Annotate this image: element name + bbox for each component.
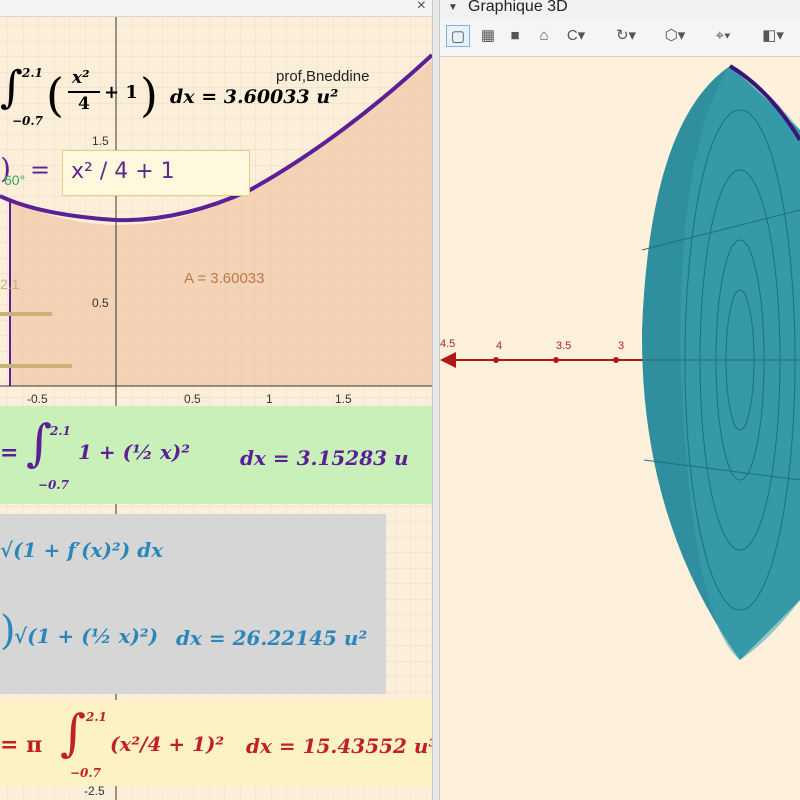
projection-icon[interactable]: ⌖▾ [706, 25, 740, 47]
rotate-view-icon[interactable]: C▾ [558, 25, 594, 47]
x-tick-label: 1.5 [335, 392, 352, 406]
function-input-field[interactable]: x² / 4 + 1 [62, 150, 250, 196]
x-tick-label: -0.5 [27, 392, 48, 406]
axis-tick [613, 357, 619, 363]
x-tick-label-3d: 4.5 [440, 338, 456, 350]
collapse-triangle-icon[interactable]: ▼ [448, 2, 458, 13]
area-label: A = 3.60033 [184, 270, 265, 287]
clipping-icon[interactable]: ⬡▾ [660, 25, 690, 47]
arc-length-formula: = ∫ 2.1 −0.7 1 + (½ x)² dx = 3.15283 u [0, 414, 409, 492]
x-tick-label-3d: 4 [496, 340, 503, 352]
home-icon[interactable]: ⌂ [534, 25, 554, 47]
close-icon[interactable]: × [417, 0, 426, 15]
axis-tick [493, 357, 499, 363]
panel-header-3d: ▼ Graphique 3D [440, 0, 800, 19]
author-label: prof,Bneddine [276, 68, 370, 85]
partial-label: 2.1 [0, 276, 20, 292]
x-tick-label-3d: 3.5 [556, 340, 572, 352]
graphics-view-3d[interactable]: 4.5 4 3.5 3 ▼ Graphique 3D ▢ ▦ ■ ⌂ C▾ ↻▾… [440, 0, 800, 800]
animation-icon[interactable]: ↻▾ [608, 25, 644, 47]
x-tick-label: 0.5 [184, 392, 201, 406]
y-tick-label: 0.5 [92, 296, 109, 310]
toolbar-3d: ▢ ▦ ■ ⌂ C▾ ↻▾ ⬡▾ ⌖▾ ◧▾ [440, 18, 800, 57]
y-tick-label: -2.5 [84, 784, 105, 798]
area-formula: ∫ 2.1 −0.7 ( x² 4 + 1 ) dx = 3.60033 u² [0, 62, 339, 128]
view-3d-canvas[interactable] [440, 0, 800, 800]
plane-toggle-icon[interactable]: ■ [504, 25, 526, 47]
axes-toggle-icon[interactable]: ▢ [446, 25, 470, 47]
angle-label: 60° [4, 172, 26, 188]
y-tick-label: 1.5 [92, 134, 109, 148]
surface-of-revolution[interactable] [641, 66, 800, 660]
panel-header: × [0, 0, 432, 17]
volume-box: = π ∫ 2.1 −0.7 (x²/4 + 1)² dx = 15.43552… [0, 700, 432, 786]
volume-formula: = π ∫ 2.1 −0.7 (x²/4 + 1)² dx = 15.43552… [0, 704, 432, 780]
function-input-text[interactable]: x² / 4 + 1 [71, 159, 175, 184]
axis-tick [553, 357, 559, 363]
graphics-view-2d[interactable]: × -0.5 0.5 1 1.5 1.5 0.5 -2.5 2.1 A = 3.… [0, 0, 432, 800]
x-tick-label-3d: 3 [618, 340, 625, 352]
equals-sign: = [30, 156, 51, 184]
panel-title: Graphique 3D [468, 0, 568, 15]
x-tick-label: 1 [266, 392, 273, 406]
arc-length-box: = ∫ 2.1 −0.7 1 + (½ x)² dx = 3.15283 u [0, 406, 432, 504]
surface-area-box: √(1 + f′(x)²) dx ) √(1 + (½ x)²) dx = 26… [0, 514, 386, 694]
axis-arrow-icon [440, 352, 456, 368]
surface-area-formula: √(1 + f′(x)²) dx ) √(1 + (½ x)²) dx = 26… [0, 538, 368, 654]
view-direction-icon[interactable]: ◧▾ [756, 25, 790, 47]
pane-divider[interactable] [432, 0, 440, 800]
grid-toggle-icon[interactable]: ▦ [476, 25, 500, 47]
